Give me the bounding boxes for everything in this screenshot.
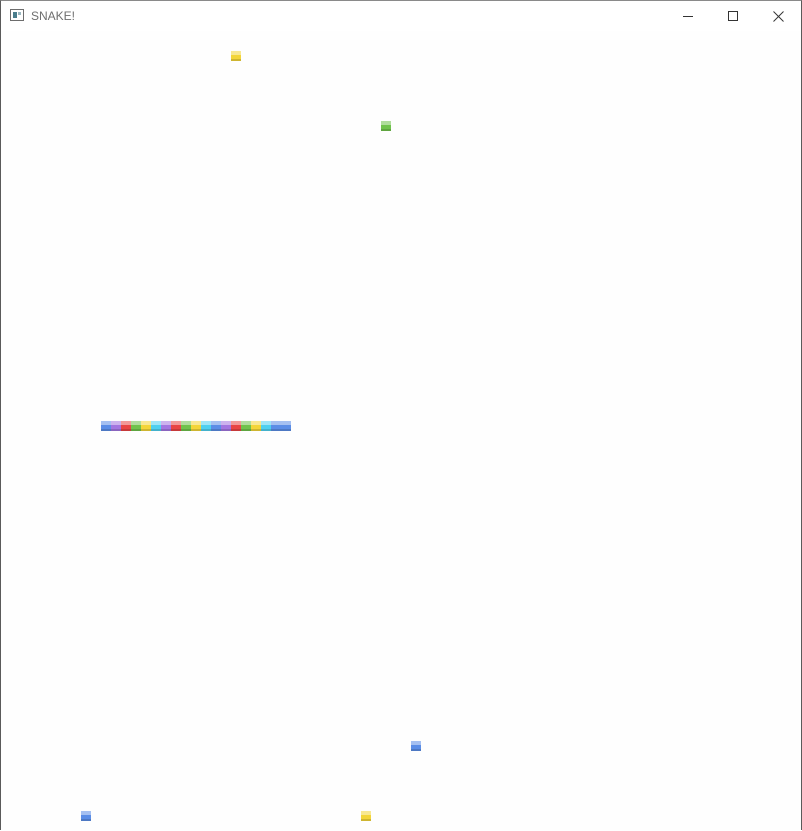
snake-segment: [281, 421, 291, 431]
snake-segment: [231, 421, 241, 431]
close-icon: [772, 10, 784, 22]
maximize-button[interactable]: [710, 1, 756, 31]
food-block: [381, 121, 391, 131]
snake-segment: [121, 421, 131, 431]
snake-segment: [151, 421, 161, 431]
snake-segment: [211, 421, 221, 431]
snake-segment: [271, 421, 281, 431]
game-board[interactable]: [1, 31, 801, 831]
snake-segment: [101, 421, 111, 431]
snake-segment: [171, 421, 181, 431]
snake-segment: [131, 421, 141, 431]
food-block: [361, 811, 371, 821]
game-window: SNAKE!: [0, 0, 802, 830]
maximize-icon: [728, 11, 738, 21]
snake-segment: [141, 421, 151, 431]
snake-segment: [251, 421, 261, 431]
snake-segment: [181, 421, 191, 431]
food-block: [231, 51, 241, 61]
app-icon[interactable]: [10, 9, 24, 21]
snake-segment: [201, 421, 211, 431]
minimize-button[interactable]: [665, 1, 711, 31]
minimize-icon: [683, 16, 693, 17]
title-bar[interactable]: SNAKE!: [1, 1, 801, 31]
snake-segment: [161, 421, 171, 431]
close-button[interactable]: [755, 1, 801, 31]
snake-segment: [191, 421, 201, 431]
snake-segment: [241, 421, 251, 431]
snake-segment: [221, 421, 231, 431]
food-block: [411, 741, 421, 751]
snake-segment: [261, 421, 271, 431]
window-title: SNAKE!: [31, 9, 76, 23]
food-block: [81, 811, 91, 821]
snake-segment: [111, 421, 121, 431]
